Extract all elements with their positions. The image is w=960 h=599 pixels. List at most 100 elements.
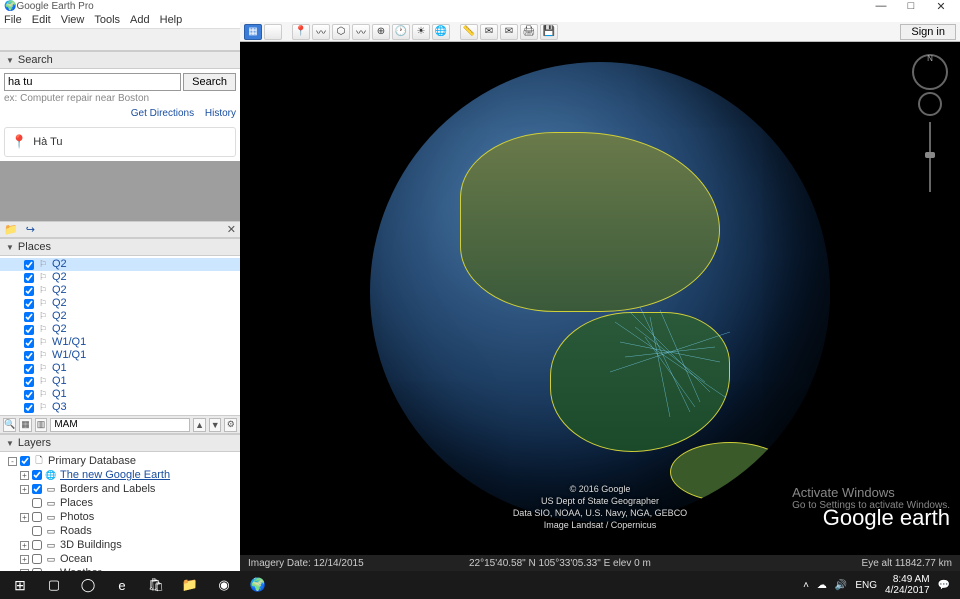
layer-checkbox[interactable] bbox=[20, 456, 30, 466]
layer-label[interactable]: The new Google Earth bbox=[60, 469, 170, 481]
layer-checkbox[interactable] bbox=[32, 554, 42, 564]
places-filter-input[interactable] bbox=[50, 418, 190, 432]
layer-checkbox[interactable] bbox=[32, 498, 42, 508]
viewport-tool-1[interactable] bbox=[264, 24, 282, 40]
viewport-tool-8[interactable]: ☀ bbox=[412, 24, 430, 40]
menu-tools[interactable]: Tools bbox=[94, 14, 120, 26]
menu-edit[interactable]: Edit bbox=[32, 14, 51, 26]
search-result[interactable]: 📍 Hà Tu bbox=[4, 127, 236, 157]
look-ring[interactable]: N bbox=[912, 54, 948, 90]
minimize-button[interactable]: — bbox=[866, 0, 896, 12]
viewport-tool-6[interactable]: ⊕ bbox=[372, 24, 390, 40]
task-view-icon[interactable]: ▢ bbox=[38, 573, 70, 597]
place-checkbox[interactable] bbox=[24, 299, 34, 309]
place-item[interactable]: ⚐Q2 bbox=[0, 310, 240, 323]
place-checkbox[interactable] bbox=[24, 390, 34, 400]
taskbar-app-chrome[interactable]: ◉ bbox=[208, 573, 240, 597]
place-item[interactable]: ⚐Q2 bbox=[0, 297, 240, 310]
expand-icon[interactable]: + bbox=[20, 485, 29, 494]
expand-icon[interactable]: + bbox=[20, 555, 29, 564]
layer-item[interactable]: +▭Borders and Labels bbox=[0, 482, 240, 496]
tray-caret-icon[interactable]: ˄ bbox=[803, 580, 809, 591]
map-viewport[interactable]: ▦📍〰⬡〰⊕🕐☀🌐📏✉✉🖨💾Sign in N © 2016 Google US… bbox=[240, 22, 960, 571]
layer-item[interactable]: -🗋Primary Database bbox=[0, 454, 240, 468]
place-item[interactable]: ⚐Q1 bbox=[0, 388, 240, 401]
place-item[interactable]: ⚐Q2 bbox=[0, 271, 240, 284]
history-link[interactable]: History bbox=[205, 108, 236, 119]
place-item[interactable]: ⚐Q3 bbox=[0, 401, 240, 414]
layer-item[interactable]: +▭Photos bbox=[0, 510, 240, 524]
search-places-icon[interactable]: 🔍 bbox=[3, 418, 16, 432]
menu-view[interactable]: View bbox=[61, 14, 85, 26]
windows-taskbar[interactable]: ⊞ ▢ ◯ e 🛍 📁 ◉ 🌍 ˄ ☁ 🔊 ENG 8:49 AM 4/24/2… bbox=[0, 571, 960, 599]
viewport-tool-2[interactable]: 📍 bbox=[292, 24, 310, 40]
place-item[interactable]: ⚐Q2 bbox=[0, 284, 240, 297]
navigation-widget[interactable]: N bbox=[910, 52, 950, 198]
viewport-tool-0[interactable]: ▦ bbox=[244, 24, 262, 40]
place-item[interactable]: ⚐Q2 bbox=[0, 323, 240, 336]
layers-panel-header[interactable]: ▼ Layers bbox=[0, 434, 240, 452]
taskbar-app-earth[interactable]: 🌍 bbox=[242, 573, 274, 597]
layer-item[interactable]: +▭Ocean bbox=[0, 552, 240, 566]
expand-icon[interactable]: + bbox=[20, 541, 29, 550]
expand-icon[interactable]: + bbox=[20, 513, 29, 522]
tray-clock[interactable]: 8:49 AM 4/24/2017 bbox=[885, 574, 930, 596]
move-ring[interactable] bbox=[918, 92, 942, 116]
view-icon[interactable]: ▦ bbox=[19, 418, 32, 432]
maximize-button[interactable]: □ bbox=[896, 0, 926, 12]
viewport-tool-10[interactable]: 📏 bbox=[460, 24, 478, 40]
tray-volume-icon[interactable]: 🔊 bbox=[835, 580, 847, 591]
start-button[interactable]: ⊞ bbox=[4, 573, 36, 597]
place-checkbox[interactable] bbox=[24, 260, 34, 270]
menu-help[interactable]: Help bbox=[160, 14, 183, 26]
viewport-tool-11[interactable]: ✉ bbox=[480, 24, 498, 40]
place-checkbox[interactable] bbox=[24, 351, 34, 361]
viewport-tool-12[interactable]: ✉ bbox=[500, 24, 518, 40]
place-item[interactable]: ⚐Q2 bbox=[0, 258, 240, 271]
tray-notifications-icon[interactable]: 💬 bbox=[938, 580, 950, 591]
viewport-tool-13[interactable]: 🖨 bbox=[520, 24, 538, 40]
place-item[interactable]: ⚐W1/Q1 bbox=[0, 336, 240, 349]
places-panel-header[interactable]: ▼ Places bbox=[0, 238, 240, 256]
place-item[interactable]: ⚐Q1 bbox=[0, 362, 240, 375]
viewport-tool-9[interactable]: 🌐 bbox=[432, 24, 450, 40]
zoom-slider[interactable] bbox=[929, 122, 931, 192]
place-checkbox[interactable] bbox=[24, 377, 34, 387]
place-checkbox[interactable] bbox=[24, 325, 34, 335]
layer-item[interactable]: +🌐The new Google Earth bbox=[0, 468, 240, 482]
layer-checkbox[interactable] bbox=[32, 526, 42, 536]
down-button[interactable]: ▼ bbox=[209, 418, 222, 432]
sign-in-button[interactable]: Sign in bbox=[900, 24, 956, 40]
place-checkbox[interactable] bbox=[24, 286, 34, 296]
place-checkbox[interactable] bbox=[24, 403, 34, 413]
cortana-icon[interactable]: ◯ bbox=[72, 573, 104, 597]
viewport-tool-14[interactable]: 💾 bbox=[540, 24, 558, 40]
taskbar-app-edge[interactable]: e bbox=[106, 573, 138, 597]
layer-checkbox[interactable] bbox=[32, 470, 42, 480]
add-folder-icon[interactable]: 📁 bbox=[4, 223, 18, 236]
place-item[interactable]: ⚐W1/Q1 bbox=[0, 349, 240, 362]
view2-icon[interactable]: ▥ bbox=[35, 418, 48, 432]
menu-add[interactable]: Add bbox=[130, 14, 150, 26]
place-checkbox[interactable] bbox=[24, 273, 34, 283]
place-item[interactable]: ⚐Q1 bbox=[0, 375, 240, 388]
system-tray[interactable]: ˄ ☁ 🔊 ENG 8:49 AM 4/24/2017 💬 bbox=[803, 574, 956, 596]
opts-button[interactable]: ⚙ bbox=[224, 418, 237, 432]
expand-icon[interactable]: - bbox=[8, 457, 17, 466]
layer-checkbox[interactable] bbox=[32, 484, 42, 494]
viewport-tool-5[interactable]: 〰 bbox=[352, 24, 370, 40]
viewport-tool-4[interactable]: ⬡ bbox=[332, 24, 350, 40]
tray-onedrive-icon[interactable]: ☁ bbox=[817, 580, 827, 591]
place-checkbox[interactable] bbox=[24, 364, 34, 374]
viewport-tool-7[interactable]: 🕐 bbox=[392, 24, 410, 40]
clear-icon[interactable]: ✕ bbox=[227, 223, 236, 236]
tray-language[interactable]: ENG bbox=[855, 580, 877, 591]
globe[interactable] bbox=[370, 62, 830, 522]
place-checkbox[interactable] bbox=[24, 312, 34, 322]
add-path-icon[interactable]: ↪ bbox=[26, 223, 35, 236]
menu-file[interactable]: File bbox=[4, 14, 22, 26]
place-checkbox[interactable] bbox=[24, 338, 34, 348]
layer-item[interactable]: ▭Places bbox=[0, 496, 240, 510]
layer-item[interactable]: +▭3D Buildings bbox=[0, 538, 240, 552]
layer-checkbox[interactable] bbox=[32, 540, 42, 550]
